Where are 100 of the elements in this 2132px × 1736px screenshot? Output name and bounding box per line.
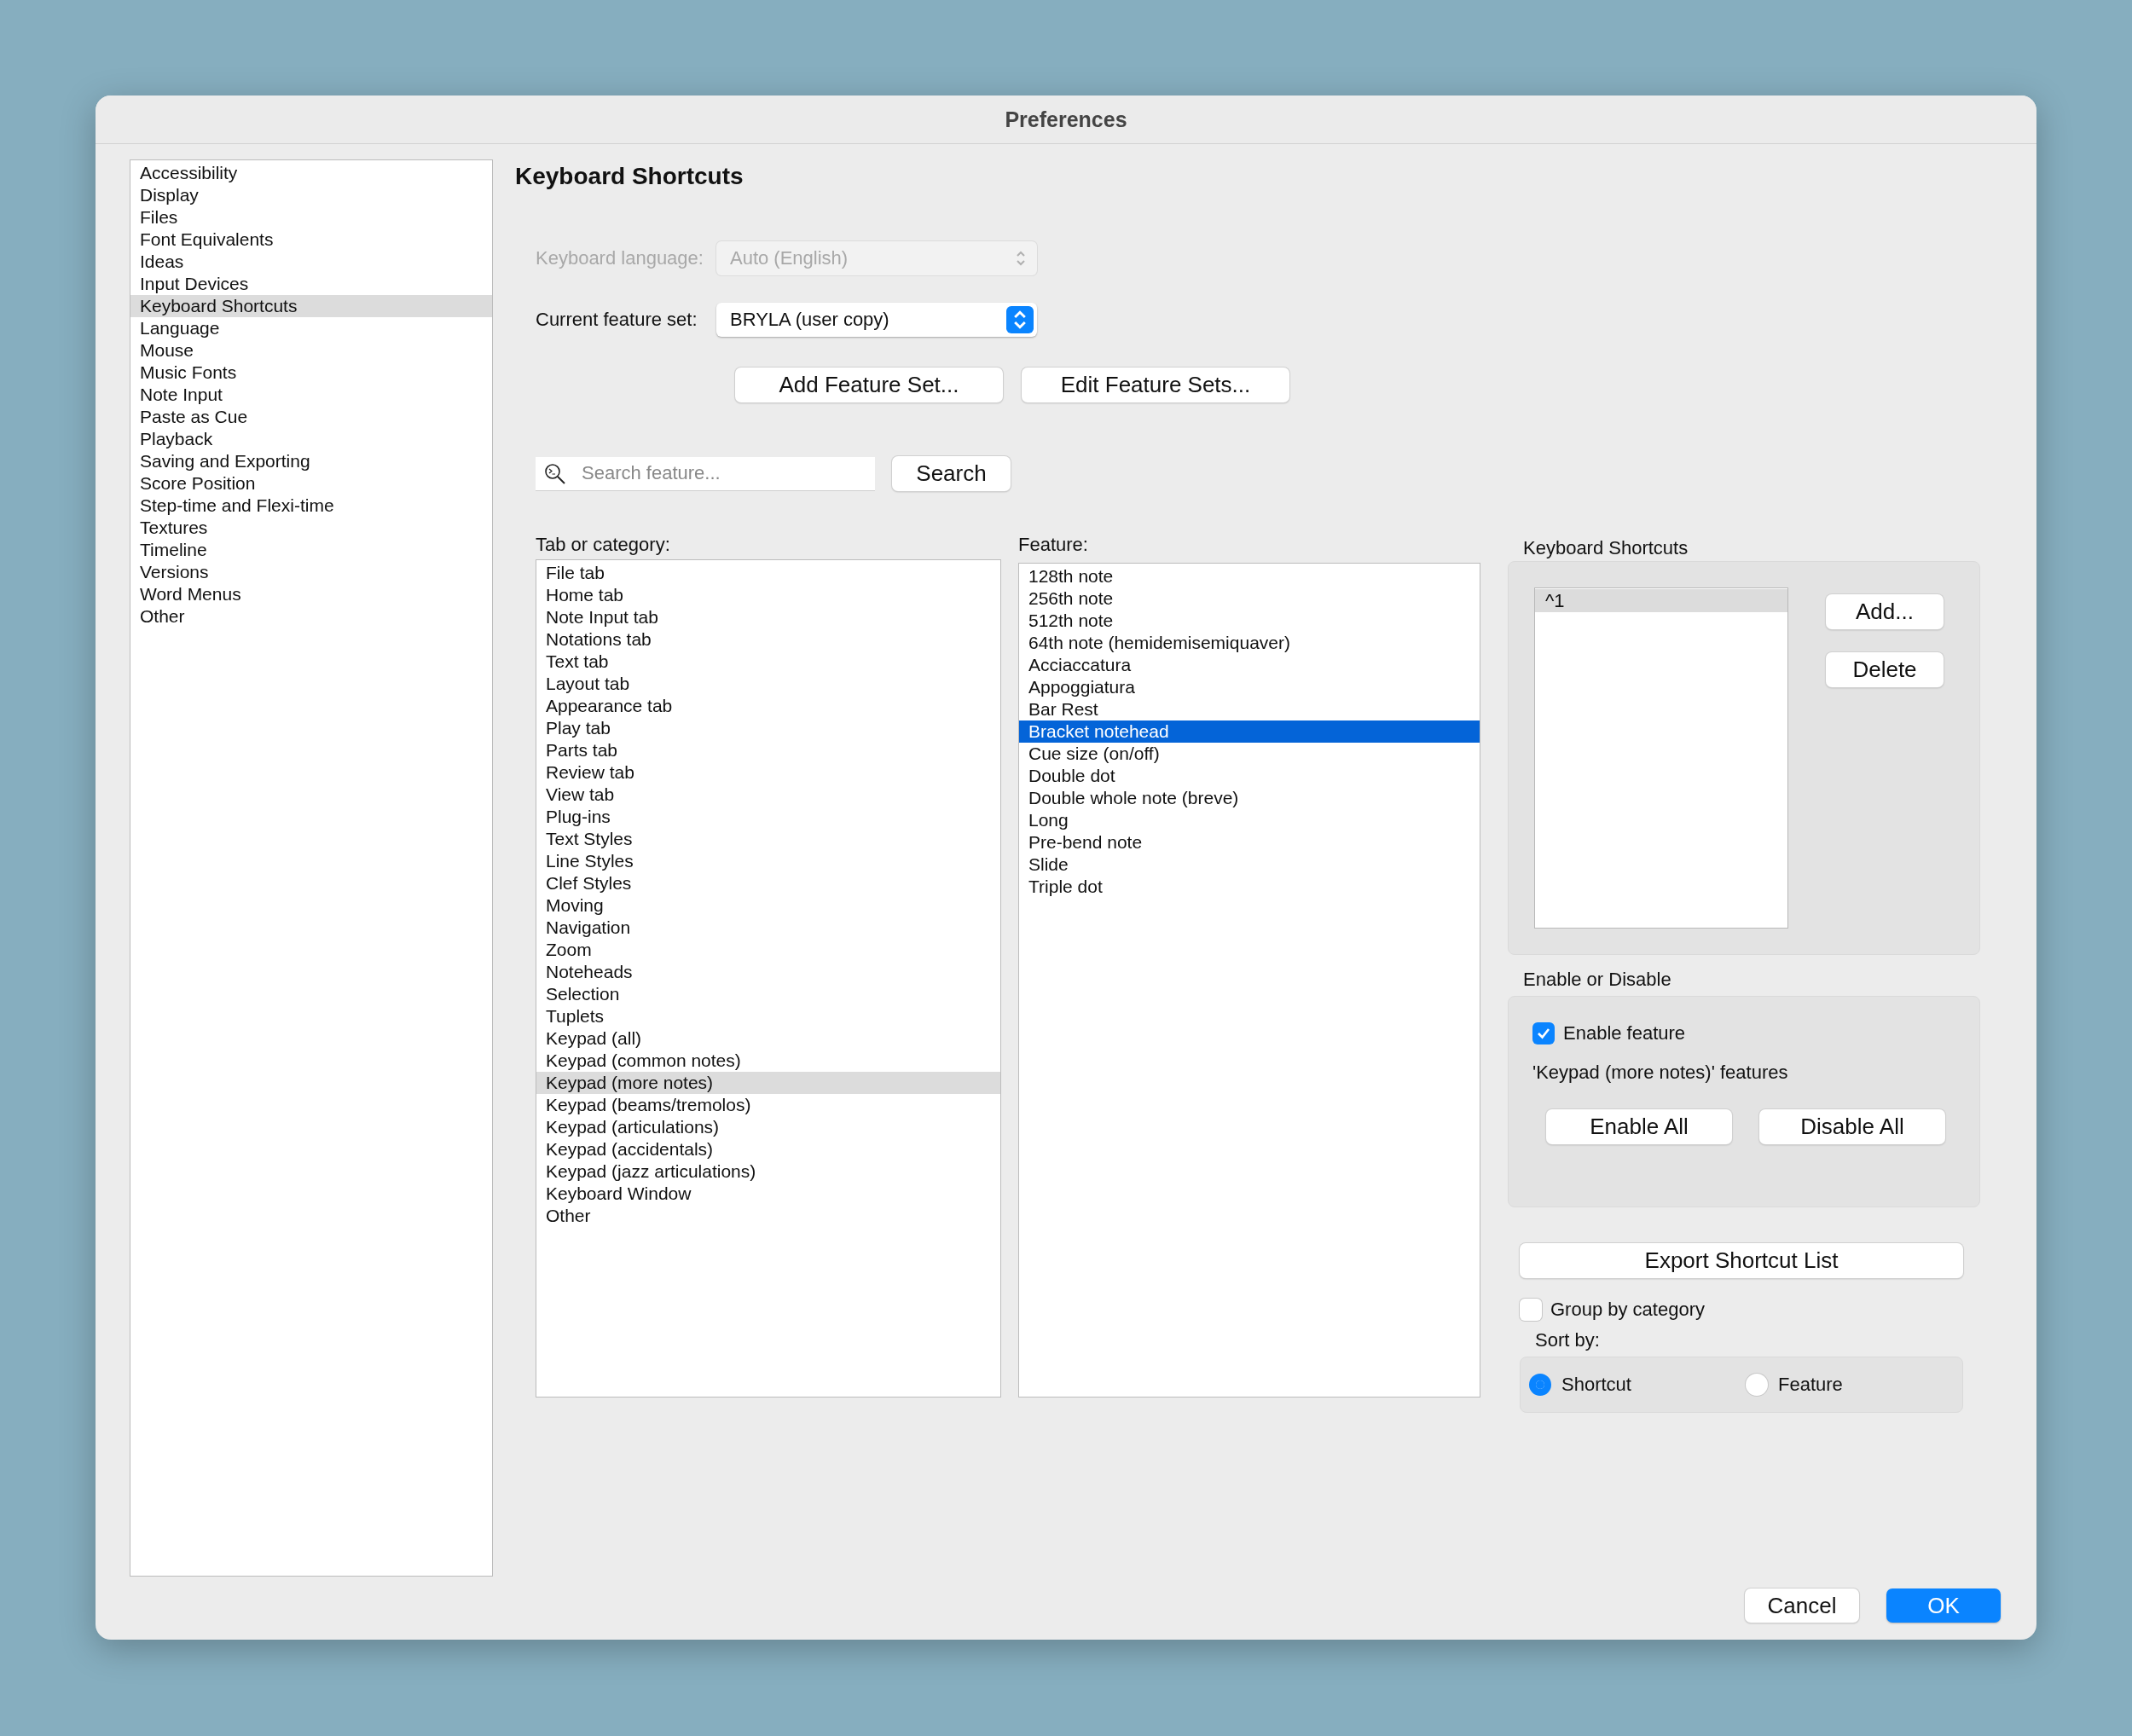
category-item[interactable]: Plug-ins [536,806,1000,828]
checkbox-label: Group by category [1550,1299,1705,1321]
feature-item[interactable]: 256th note [1019,587,1480,610]
category-item[interactable]: Keyboard Window [536,1183,1000,1205]
stepper-icon [1015,249,1027,268]
feature-set-button[interactable]: Edit Feature Sets... [1022,367,1289,402]
category-item[interactable]: Home tab [536,584,1000,606]
search-field[interactable]: Search feature... [536,456,875,491]
category-item[interactable]: Moving [536,894,1000,917]
radio-label: Feature [1778,1374,1843,1396]
sidebar-item[interactable]: Playback [130,428,492,450]
category-item[interactable]: Line Styles [536,850,1000,872]
checkbox[interactable] [1532,1022,1555,1044]
features-note: 'Keypad (more notes)' features [1532,1062,1789,1084]
feature-item[interactable]: Slide [1019,854,1480,876]
feature-item[interactable]: Double dot [1019,765,1480,787]
category-item[interactable]: View tab [536,784,1000,806]
sort-label: Sort by: [1535,1329,1601,1351]
feature-item[interactable]: Appoggiatura [1019,676,1480,698]
feature-item[interactable]: 512th note [1019,610,1480,632]
category-item[interactable]: Noteheads [536,961,1000,983]
sidebar-item[interactable]: Textures [130,517,492,539]
category-item[interactable]: Keypad (jazz articulations) [536,1160,1000,1183]
category-item[interactable]: Notations tab [536,628,1000,651]
list-label: Feature: [1018,533,1089,557]
category-item[interactable]: Layout tab [536,673,1000,695]
dialog-button[interactable]: Cancel [1745,1588,1859,1623]
category-item[interactable]: Zoom [536,939,1000,961]
sidebar-item[interactable]: Files [130,206,492,229]
field-label: Keyboard language: [535,247,704,269]
sidebar-item[interactable]: Keyboard Shortcuts [130,295,492,317]
sidebar-item[interactable]: Display [130,184,492,206]
category-item[interactable]: Navigation [536,917,1000,939]
feature-item[interactable]: Bracket notehead [1019,720,1480,743]
category-item[interactable]: Play tab [536,717,1000,739]
category-item[interactable]: Keypad (articulations) [536,1116,1000,1138]
list-label: Tab or category: [536,533,671,557]
sidebar-item[interactable]: Ideas [130,251,492,273]
category-item[interactable]: Other [536,1205,1000,1227]
category-item[interactable]: Review tab [536,761,1000,784]
shortcut-button[interactable]: Add... [1826,594,1944,629]
checkbox-label: Enable feature [1563,1022,1686,1044]
group-label: Keyboard Shortcuts [1522,536,1689,560]
window-title: Preferences [1005,107,1127,132]
feature-item[interactable]: Cue size (on/off) [1019,743,1480,765]
category-item[interactable]: Keypad (accidentals) [536,1138,1000,1160]
feature-item[interactable]: 128th note [1019,565,1480,587]
feature-set-button[interactable]: Add Feature Set... [735,367,1003,402]
radio-label: Shortcut [1561,1374,1631,1396]
category-item[interactable]: Keypad (common notes) [536,1050,1000,1072]
feature-item[interactable]: Bar Rest [1019,698,1480,720]
sidebar-item[interactable]: Step-time and Flexi-time [130,495,492,517]
feature-item[interactable]: Double whole note (breve) [1019,787,1480,809]
checkbox[interactable] [1520,1299,1542,1321]
sidebar-item[interactable]: Music Fonts [130,362,492,384]
export-button[interactable]: Export Shortcut List [1520,1243,1963,1278]
sidebar-item[interactable]: Input Devices [130,273,492,295]
enable-button[interactable]: Disable All [1759,1109,1945,1144]
category-item[interactable]: File tab [536,562,1000,584]
category-item[interactable]: Appearance tab [536,695,1000,717]
sidebar-item[interactable]: Score Position [130,472,492,495]
stepper-icon [1006,306,1034,333]
group-label: Enable or Disable [1522,968,1672,992]
dropdown[interactable]: BRYLA (user copy) [716,303,1037,337]
field-label: Current feature set: [535,309,698,331]
category-item[interactable]: Parts tab [536,739,1000,761]
category-item[interactable]: Keypad (all) [536,1027,1000,1050]
search-button[interactable]: Search [892,456,1011,491]
category-item[interactable]: Tuplets [536,1005,1000,1027]
sidebar-item[interactable]: Saving and Exporting [130,450,492,472]
sidebar-item[interactable]: Language [130,317,492,339]
category-item[interactable]: Selection [536,983,1000,1005]
radio-button[interactable] [1529,1374,1551,1396]
sidebar-item[interactable]: Timeline [130,539,492,561]
category-item[interactable]: Keypad (beams/tremolos) [536,1094,1000,1116]
sidebar-item[interactable]: Other [130,605,492,628]
feature-item[interactable]: Acciaccatura [1019,654,1480,676]
radio-button[interactable] [1746,1374,1768,1396]
feature-item[interactable]: Long [1019,809,1480,831]
category-item[interactable]: Keypad (more notes) [536,1072,1000,1094]
sidebar-item[interactable]: Font Equivalents [130,229,492,251]
feature-item[interactable]: 64th note (hemidemisemiquaver) [1019,632,1480,654]
category-item[interactable]: Text Styles [536,828,1000,850]
sidebar-item[interactable]: Versions [130,561,492,583]
section-heading: Keyboard Shortcuts [515,162,744,191]
sidebar-item[interactable]: Word Menus [130,583,492,605]
sidebar-item[interactable]: Accessibility [130,162,492,184]
feature-item[interactable]: Pre-bend note [1019,831,1480,854]
enable-button[interactable]: Enable All [1546,1109,1732,1144]
category-item[interactable]: Note Input tab [536,606,1000,628]
category-item[interactable]: Text tab [536,651,1000,673]
shortcut-button[interactable]: Delete [1826,652,1944,687]
search-icon [544,462,566,485]
feature-item[interactable]: Triple dot [1019,876,1480,898]
sidebar-item[interactable]: Note Input [130,384,492,406]
category-item[interactable]: Clef Styles [536,872,1000,894]
dialog-button[interactable]: OK [1886,1588,2001,1623]
sidebar-item[interactable]: Mouse [130,339,492,362]
sidebar-item[interactable]: Paste as Cue [130,406,492,428]
shortcut-item[interactable]: ^1 [1535,589,1787,612]
